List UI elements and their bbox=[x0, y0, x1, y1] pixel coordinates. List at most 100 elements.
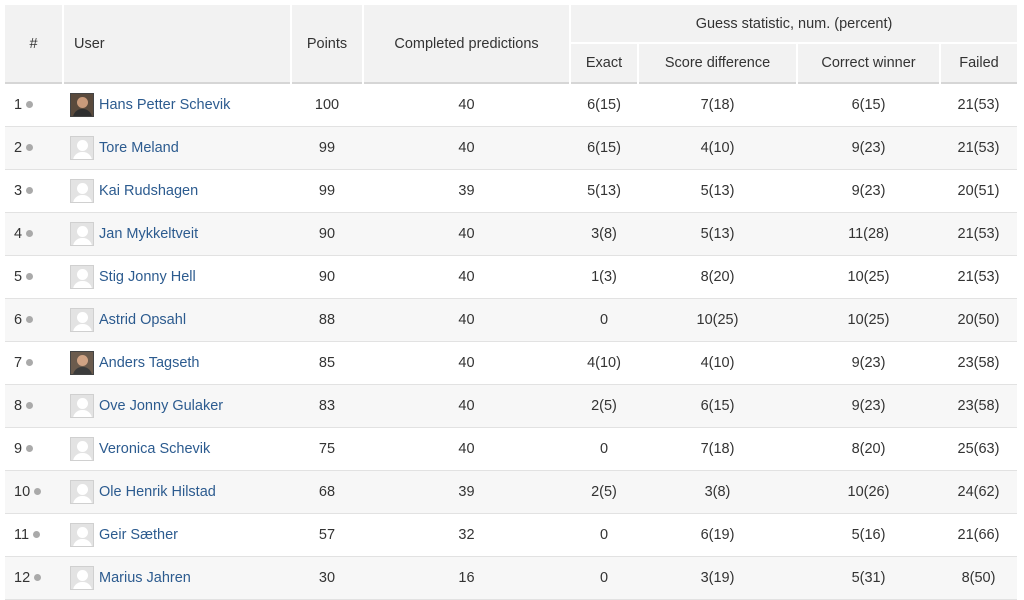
user-name-link[interactable]: Veronica Schevik bbox=[99, 441, 210, 457]
correct-winner-cell: 10(25) bbox=[847, 268, 890, 285]
score-difference-cell: 4(10) bbox=[700, 139, 735, 156]
leaderboard-table: # User Points Completed predictions Gues… bbox=[5, 5, 1017, 600]
correct-winner-cell: 9(23) bbox=[851, 182, 886, 199]
table-row: 12 Marius Jahren 30 16 0 3(19) 5(31) 8(50) bbox=[5, 556, 1017, 599]
score-difference-cell: 5(13) bbox=[700, 182, 735, 199]
rank-cell: 1 bbox=[5, 83, 63, 126]
user-name-link[interactable]: Anders Tagseth bbox=[99, 355, 200, 371]
correct-winner-cell: 5(31) bbox=[851, 569, 886, 586]
status-dot-icon bbox=[26, 100, 34, 108]
exact-cell: 0 bbox=[599, 440, 609, 457]
avatar[interactable] bbox=[70, 522, 94, 547]
status-dot-icon bbox=[26, 401, 34, 409]
completed-predictions-cell: 40 bbox=[458, 311, 475, 328]
completed-predictions-cell: 40 bbox=[458, 96, 475, 113]
user-name-link[interactable]: Ove Jonny Gulaker bbox=[99, 398, 223, 414]
exact-cell: 5(13) bbox=[587, 182, 621, 199]
table-row: 4 Jan Mykkeltveit 90 40 3(8) 5(13) 11(28) 21(53… bbox=[5, 212, 1017, 255]
completed-predictions-cell: 40 bbox=[458, 354, 475, 371]
rank-number: 12 bbox=[14, 569, 31, 586]
completed-predictions-cell: 40 bbox=[458, 268, 475, 285]
user-cell: Jan Mykkeltveit bbox=[63, 212, 291, 255]
failed-cell: 23(58) bbox=[957, 397, 1000, 414]
table-row: 2 Tore Meland 99 40 6(15) 4(10) 9(23) 21(53) bbox=[5, 126, 1017, 169]
avatar[interactable] bbox=[70, 350, 94, 375]
points-cell: 90 bbox=[318, 268, 336, 285]
avatar[interactable] bbox=[70, 565, 94, 590]
rank-column-header: # bbox=[5, 5, 64, 83]
rank-cell: 2 bbox=[5, 126, 63, 169]
rank-number: 6 bbox=[14, 311, 23, 328]
failed-column-header: Failed bbox=[940, 42, 1017, 83]
table-row: 5 Stig Jonny Hell 90 40 1(3) 8(20) 10(25) 21(53… bbox=[5, 255, 1017, 298]
avatar[interactable] bbox=[70, 264, 94, 289]
avatar[interactable] bbox=[70, 436, 94, 461]
user-name-link[interactable]: Ole Henrik Hilstad bbox=[99, 484, 216, 500]
status-dot-icon bbox=[26, 358, 34, 366]
user-name-link[interactable]: Jan Mykkeltveit bbox=[99, 226, 198, 242]
status-dot-icon bbox=[26, 229, 34, 237]
completed-predictions-cell: 39 bbox=[458, 483, 475, 500]
table-row: 7 Anders Tagseth 85 40 4(10) 4(10) 9(23) 23(58) bbox=[5, 341, 1017, 384]
table-body: 1 Hans Petter Schevik 100 40 6(15) 7(18) 6(15)… bbox=[5, 83, 1017, 599]
failed-cell: 25(63) bbox=[957, 440, 1000, 457]
status-dot-icon bbox=[26, 444, 34, 452]
table-header: # User Points Completed predictions Gues… bbox=[5, 5, 1017, 83]
completed-predictions-cell: 40 bbox=[458, 139, 475, 156]
user-name-link[interactable]: Tore Meland bbox=[99, 140, 179, 156]
score-difference-cell: 3(8) bbox=[704, 483, 731, 500]
rank-cell: 3 bbox=[5, 169, 63, 212]
correct-winner-cell: 9(23) bbox=[851, 139, 886, 156]
user-name-link[interactable]: Geir Sæther bbox=[99, 527, 178, 543]
avatar[interactable] bbox=[70, 135, 94, 160]
score-difference-cell: 6(15) bbox=[700, 397, 735, 414]
completed-predictions-cell: 39 bbox=[458, 182, 475, 199]
exact-cell: 0 bbox=[599, 569, 609, 586]
status-dot-icon bbox=[33, 530, 41, 538]
completed-predictions-cell: 40 bbox=[458, 225, 475, 242]
user-cell: Anders Tagseth bbox=[63, 341, 291, 384]
completed-predictions-cell: 40 bbox=[458, 440, 475, 457]
rank-number: 3 bbox=[14, 182, 23, 199]
rank-number: 11 bbox=[14, 526, 30, 543]
user-name-link[interactable]: Kai Rudshagen bbox=[99, 183, 198, 199]
table-row: 11 Geir Sæther 57 32 0 6(19) 5(16) 21(66) bbox=[5, 513, 1017, 556]
avatar[interactable] bbox=[70, 393, 94, 418]
avatar[interactable] bbox=[70, 221, 94, 246]
avatar[interactable] bbox=[70, 178, 94, 203]
user-cell: Ole Henrik Hilstad bbox=[63, 470, 291, 513]
score-difference-cell: 4(10) bbox=[700, 354, 735, 371]
status-dot-icon bbox=[26, 315, 34, 323]
user-cell: Geir Sæther bbox=[63, 513, 291, 556]
exact-column-header: Exact bbox=[570, 42, 639, 83]
status-dot-icon bbox=[34, 573, 42, 581]
user-name-link[interactable]: Astrid Opsahl bbox=[99, 312, 186, 328]
exact-cell: 2(5) bbox=[591, 483, 617, 500]
user-name-link[interactable]: Hans Petter Schevik bbox=[99, 97, 230, 113]
correct-winner-cell: 8(20) bbox=[851, 440, 886, 457]
score-difference-cell: 7(18) bbox=[700, 440, 735, 457]
user-cell: Tore Meland bbox=[63, 126, 291, 169]
correct-winner-cell: 10(26) bbox=[847, 483, 890, 500]
correct-winner-column-header: Correct winner bbox=[797, 42, 941, 83]
rank-cell: 7 bbox=[5, 341, 63, 384]
rank-number: 9 bbox=[14, 440, 23, 457]
failed-cell: 8(50) bbox=[961, 569, 996, 586]
completed-predictions-cell: 16 bbox=[458, 569, 475, 586]
score-difference-cell: 5(13) bbox=[700, 225, 735, 242]
points-cell: 30 bbox=[318, 569, 336, 586]
user-name-link[interactable]: Stig Jonny Hell bbox=[99, 269, 196, 285]
points-cell: 83 bbox=[318, 397, 336, 414]
rank-number: 1 bbox=[14, 96, 23, 113]
rank-cell: 5 bbox=[5, 255, 63, 298]
avatar[interactable] bbox=[70, 307, 94, 332]
table-row: 6 Astrid Opsahl 88 40 0 10(25) 10(25) 20(50) bbox=[5, 298, 1017, 341]
score-difference-cell: 8(20) bbox=[700, 268, 735, 285]
user-name-link[interactable]: Marius Jahren bbox=[99, 570, 191, 586]
guess-statistic-group-header: Guess statistic, num. (percent) bbox=[570, 5, 1017, 43]
rank-cell: 9 bbox=[5, 427, 63, 470]
status-dot-icon bbox=[26, 186, 34, 194]
correct-winner-cell: 9(23) bbox=[851, 354, 886, 371]
avatar[interactable] bbox=[70, 479, 94, 504]
avatar[interactable] bbox=[70, 92, 94, 117]
